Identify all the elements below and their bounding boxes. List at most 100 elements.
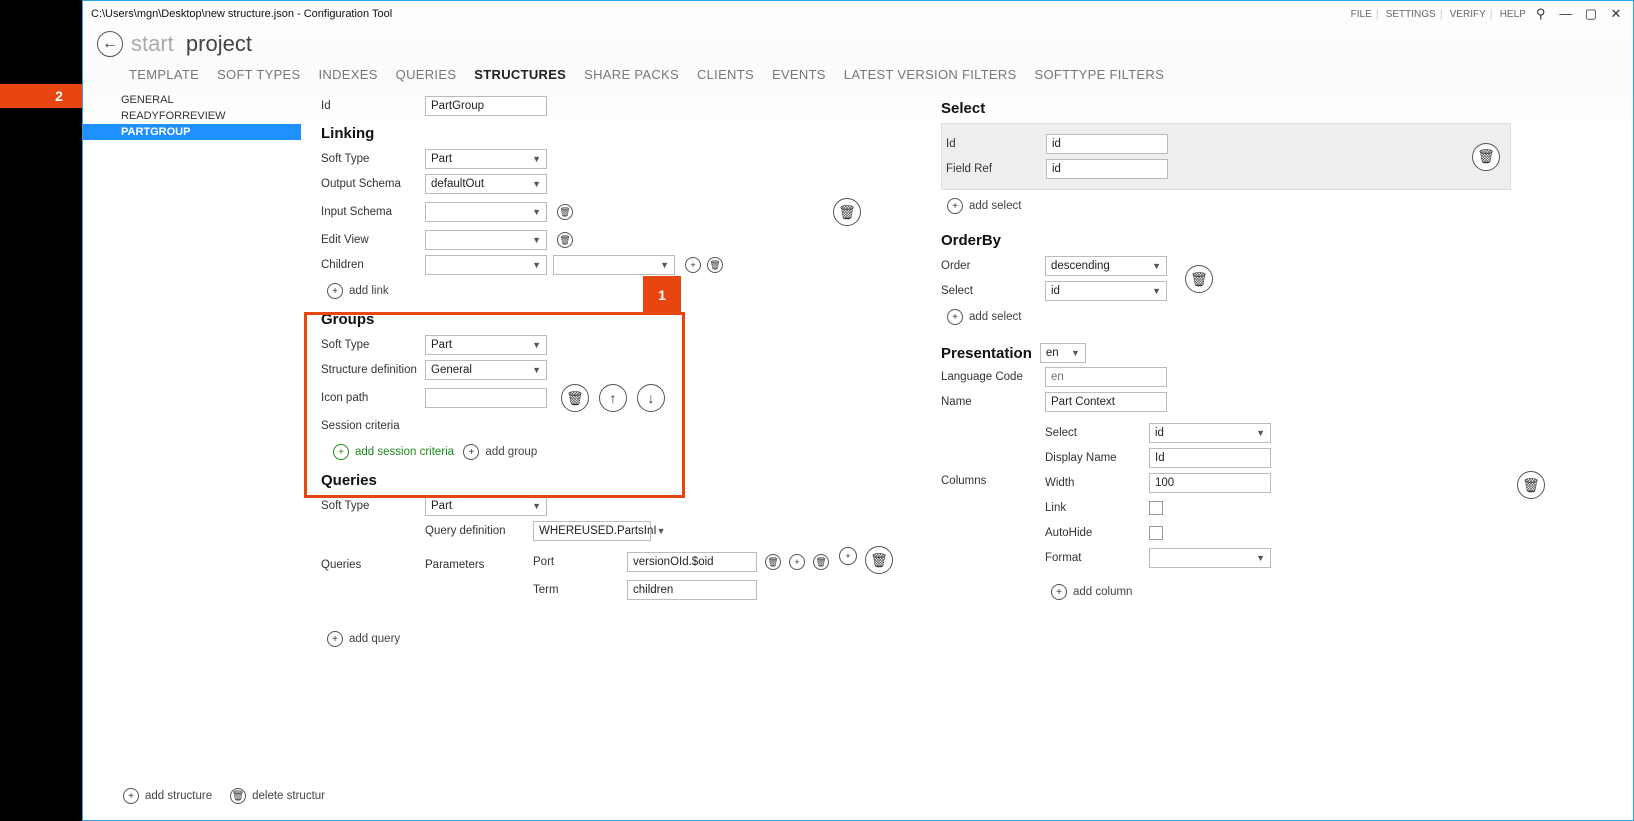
link-checkbox[interactable] <box>1149 501 1163 515</box>
format-combo[interactable]: ▼ <box>1149 548 1271 568</box>
output-schema-combo[interactable]: defaultOut▼ <box>425 174 547 194</box>
tab-clients[interactable]: CLIENTS <box>697 67 754 82</box>
tab-bar: TEMPLATE SOFT TYPES INDEXES QUERIES STRU… <box>83 57 1633 88</box>
plus-icon[interactable]: + <box>685 257 701 273</box>
menu-verify[interactable]: VERIFY <box>1450 9 1486 20</box>
window-title: C:\Users\mgn\Desktop\new structure.json … <box>91 8 392 20</box>
breadcrumb-start[interactable]: start <box>131 31 174 56</box>
sidebar-item-readyforreview[interactable]: READYFORREVIEW <box>83 108 301 124</box>
trash-icon[interactable]: 🗑 <box>1185 265 1213 293</box>
breadcrumb-project[interactable]: project <box>186 31 252 56</box>
trash-icon[interactable]: 🗑 <box>561 384 589 412</box>
trash-icon[interactable]: 🗑 <box>557 232 573 248</box>
sidebar-item-general[interactable]: GENERAL <box>83 92 301 108</box>
tab-soft-types[interactable]: SOFT TYPES <box>217 67 300 82</box>
add-query-button[interactable]: + add query <box>327 631 400 647</box>
icon-path-input[interactable] <box>425 388 547 408</box>
tab-share-packs[interactable]: SHARE PACKS <box>584 67 679 82</box>
orderby-select-combo[interactable]: id▼ <box>1045 281 1167 301</box>
plus-icon: + <box>947 198 963 214</box>
tab-latest-version-filters[interactable]: LATEST VERSION FILTERS <box>844 67 1017 82</box>
add-session-criteria-button[interactable]: + add session criteria <box>333 444 454 460</box>
add-group-button[interactable]: + add group <box>463 444 537 460</box>
add-column-button[interactable]: + add column <box>1051 584 1132 600</box>
id-input[interactable] <box>425 96 547 116</box>
sidebar-item-partgroup[interactable]: PARTGROUP <box>83 124 301 140</box>
add-select-orderby-button[interactable]: + add select <box>947 309 1021 325</box>
term-input[interactable] <box>627 580 757 600</box>
trash-icon[interactable]: 🗑 <box>765 554 781 570</box>
tab-events[interactable]: EVENTS <box>772 67 826 82</box>
trash-icon: 🗑 <box>230 788 246 804</box>
tab-template[interactable]: TEMPLATE <box>129 67 199 82</box>
term-label: Term <box>533 584 627 596</box>
select-block: Id Field Ref 🗑 <box>941 123 1511 190</box>
tab-queries[interactable]: QUERIES <box>396 67 457 82</box>
arrow-down-icon[interactable]: ↓ <box>637 384 665 412</box>
fieldref-label: Field Ref <box>946 163 1046 175</box>
query-def-combo[interactable]: WHEREUSED.PartsInI▼ <box>533 521 651 541</box>
back-button[interactable]: ← <box>97 31 123 57</box>
add-select-button[interactable]: + add select <box>947 198 1021 214</box>
autohide-checkbox[interactable] <box>1149 526 1163 540</box>
struct-def-label: Structure definition <box>321 364 425 376</box>
g-softtype-combo[interactable]: Part▼ <box>425 335 547 355</box>
trash-icon[interactable]: 🗑 <box>707 257 723 273</box>
select-id-input[interactable] <box>1046 134 1168 154</box>
groups-heading: Groups <box>321 311 901 328</box>
plus-icon[interactable]: + <box>839 547 857 565</box>
trash-icon[interactable]: 🗑 <box>1517 471 1545 499</box>
port-input[interactable] <box>627 552 757 572</box>
tab-indexes[interactable]: INDEXES <box>319 67 378 82</box>
linking-heading: Linking <box>321 125 901 142</box>
trash-icon[interactable]: 🗑 <box>1472 143 1500 171</box>
lang-code-input[interactable] <box>1045 367 1167 387</box>
columns-label: Columns <box>941 419 1045 487</box>
plus-icon[interactable]: + <box>789 554 805 570</box>
children-combo-1[interactable]: ▼ <box>425 255 547 275</box>
session-criteria-label: Session criteria <box>321 420 425 432</box>
plus-icon: + <box>327 283 343 299</box>
delete-structure-button[interactable]: 🗑 delete structur <box>230 788 325 804</box>
struct-def-combo[interactable]: General▼ <box>425 360 547 380</box>
display-name-label: Display Name <box>1045 452 1149 464</box>
maximize-button[interactable]: ▢ <box>1582 6 1600 22</box>
children-combo-2[interactable]: ▼ <box>553 255 675 275</box>
edit-view-combo[interactable]: ▼ <box>425 230 547 250</box>
arrow-up-icon[interactable]: ↑ <box>599 384 627 412</box>
menu-file[interactable]: FILE <box>1351 9 1372 20</box>
sidebar: GENERAL READYFORREVIEW PARTGROUP <box>83 88 301 797</box>
trash-icon[interactable]: 🗑 <box>865 546 893 574</box>
width-label: Width <box>1045 477 1149 489</box>
menu-help[interactable]: HELP <box>1500 9 1526 20</box>
order-combo[interactable]: descending▼ <box>1045 256 1167 276</box>
trash-icon[interactable]: 🗑 <box>557 204 573 220</box>
add-structure-button[interactable]: + add structure <box>123 788 212 804</box>
q-softtype-combo[interactable]: Part▼ <box>425 496 547 516</box>
input-schema-combo[interactable]: ▼ <box>425 202 547 222</box>
pres-name-input[interactable] <box>1045 392 1167 412</box>
width-input[interactable] <box>1149 473 1271 493</box>
tab-softtype-filters[interactable]: SOFTTYPE FILTERS <box>1035 67 1165 82</box>
col-select-combo[interactable]: id▼ <box>1149 423 1271 443</box>
menu-settings[interactable]: SETTINGS <box>1386 9 1436 20</box>
plus-icon: + <box>333 444 349 460</box>
orderby-select-label: Select <box>941 285 1045 297</box>
softtype-combo[interactable]: Part▼ <box>425 149 547 169</box>
plus-icon: + <box>947 309 963 325</box>
language-combo[interactable]: en▼ <box>1040 343 1086 363</box>
fieldref-input[interactable] <box>1046 159 1168 179</box>
trash-icon[interactable]: 🗑 <box>833 198 861 226</box>
trash-icon[interactable]: 🗑 <box>813 554 829 570</box>
port-label: Port <box>533 556 627 568</box>
autohide-label: AutoHide <box>1045 527 1149 539</box>
display-name-input[interactable] <box>1149 448 1271 468</box>
queries-heading: Queries <box>321 472 901 489</box>
pin-icon[interactable]: ⚲ <box>1532 6 1550 22</box>
add-link-button[interactable]: + add link <box>327 283 389 299</box>
output-schema-label: Output Schema <box>321 178 425 190</box>
minimize-button[interactable]: — <box>1557 6 1575 21</box>
close-button[interactable]: ✕ <box>1607 6 1625 22</box>
plus-icon: + <box>327 631 343 647</box>
tab-structures[interactable]: STRUCTURES <box>474 67 566 82</box>
